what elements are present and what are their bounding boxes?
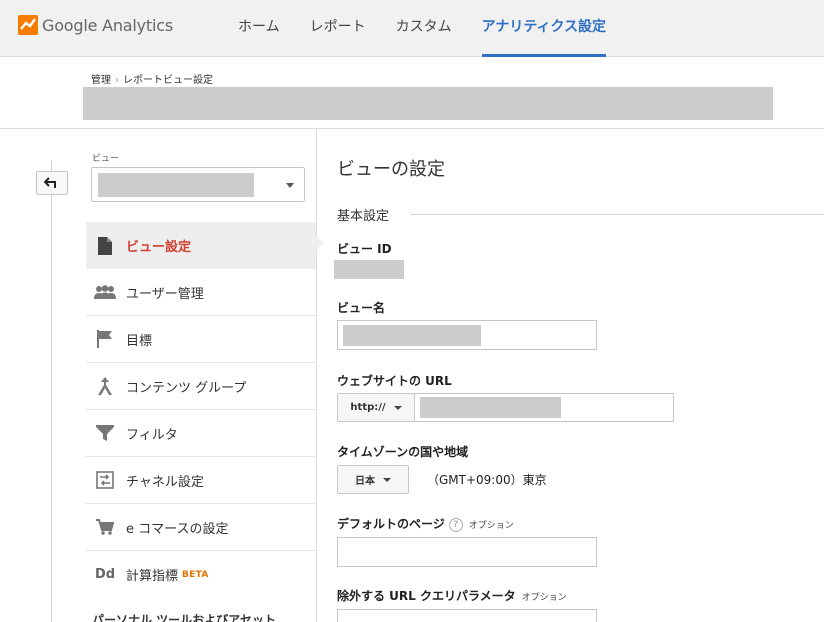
nav-reports[interactable]: レポート — [310, 0, 366, 57]
flag-icon — [94, 328, 116, 350]
exclude-params-label-text: 除外する URL クエリパラメータ — [337, 589, 516, 603]
account-title-redacted — [83, 87, 773, 120]
timezone-value[interactable]: （GMT+09:00）東京 — [427, 471, 547, 488]
website-url-value-redacted — [420, 397, 561, 418]
country-value: 日本 — [355, 476, 375, 487]
beta-badge: BETA — [182, 569, 209, 580]
optional-label: オプション — [521, 593, 567, 603]
sidebar-item-label: 計算指標 — [126, 569, 179, 584]
protocol-dropdown[interactable]: http:// — [337, 393, 415, 422]
breadcrumb: 管理 › レポートビュー設定 — [91, 71, 213, 86]
view-name-input[interactable] — [337, 320, 597, 350]
sidebar-item-user-management[interactable]: ユーザー管理 — [86, 269, 316, 316]
document-icon — [94, 235, 116, 257]
breadcrumb-root[interactable]: 管理 — [91, 75, 111, 86]
cart-icon — [94, 516, 116, 538]
sidebar-item-content-grouping[interactable]: コンテンツ グループ — [86, 363, 316, 410]
exclude-params-input[interactable] — [337, 609, 597, 622]
sidebar-item-label: フィルタ — [126, 427, 178, 443]
view-id-label: ビュー ID — [337, 242, 392, 256]
sidebar-item-channel-settings[interactable]: チャネル設定 — [86, 457, 316, 504]
breadcrumb-current: レポートビュー設定 — [123, 75, 213, 86]
back-button[interactable] — [36, 171, 68, 195]
sidebar-item-ecommerce-settings[interactable]: e コマースの設定 — [86, 504, 316, 551]
content-group-icon — [94, 375, 116, 397]
help-icon[interactable]: ? — [448, 518, 463, 532]
timezone-label: タイムゾーンの国や地域 — [337, 445, 469, 459]
view-id-value-redacted — [334, 260, 404, 279]
view-selector-dropdown[interactable] — [91, 167, 305, 202]
header-divider — [0, 128, 824, 129]
main-nav: ホーム レポート カスタム アナリティクス設定 — [238, 0, 636, 57]
google-analytics-logo[interactable]: Google Analytics — [18, 15, 173, 35]
people-icon — [94, 281, 116, 303]
sidebar-section-personal-tools[interactable]: パーソナル ツールおよびアセット — [92, 611, 276, 622]
optional-label: オプション — [468, 521, 514, 531]
dd-icon: Dd — [94, 567, 116, 582]
rail-line — [51, 160, 52, 622]
filter-icon — [94, 422, 116, 444]
sidebar-menu: ビュー設定 ユーザー管理 目標 コンテンツ グループ フィルタ チャネル設定 e… — [86, 222, 316, 598]
chevron-down-icon — [286, 183, 294, 188]
page-title: ビューの設定 — [337, 159, 445, 180]
sidebar-item-label: ビュー設定 — [126, 240, 192, 255]
breadcrumb-separator: › — [115, 75, 119, 86]
default-page-label: デフォルトのページ? オプション — [337, 515, 514, 532]
sidebar-item-label: コンテンツ グループ — [126, 380, 247, 396]
active-item-pointer — [316, 236, 323, 250]
top-bar: Google Analytics ホーム レポート カスタム アナリティクス設定 — [0, 0, 824, 57]
default-page-label-text: デフォルトのページ — [337, 517, 445, 531]
website-url-input[interactable] — [414, 393, 674, 422]
sidebar-item-label: e コマースの設定 — [126, 521, 229, 537]
exclude-params-label: 除外する URL クエリパラメータ オプション — [337, 587, 567, 604]
nav-admin[interactable]: アナリティクス設定 — [481, 0, 607, 57]
country-dropdown[interactable]: 日本 — [337, 465, 409, 494]
section-title: 基本設定 — [337, 209, 390, 224]
sidebar-item-view-settings[interactable]: ビュー設定 — [86, 222, 316, 269]
brand-name: Google Analytics — [42, 15, 173, 35]
back-arrow-icon — [44, 177, 56, 188]
sidebar-item-label: 目標 — [126, 333, 153, 349]
panel-divider — [316, 129, 317, 622]
nav-home[interactable]: ホーム — [238, 0, 280, 57]
view-name-value-redacted — [343, 325, 481, 346]
sidebar-item-calculated-metrics[interactable]: Dd 計算指標 BETA — [86, 551, 316, 598]
chevron-down-icon — [383, 477, 391, 482]
sidebar-item-goals[interactable]: 目標 — [86, 316, 316, 363]
view-selector-label: ビュー — [92, 154, 120, 164]
chevron-down-icon — [393, 405, 402, 410]
sidebar-item-label: ユーザー管理 — [126, 286, 204, 302]
analytics-logo-icon — [18, 15, 38, 35]
section-divider — [410, 214, 824, 215]
nav-custom[interactable]: カスタム — [396, 0, 452, 57]
view-name-redacted — [98, 173, 254, 197]
view-name-label: ビュー名 — [337, 301, 386, 315]
protocol-value: http:// — [350, 402, 386, 413]
sidebar-item-filters[interactable]: フィルタ — [86, 410, 316, 457]
channel-icon — [94, 469, 116, 491]
website-url-label: ウェブサイトの URL — [337, 374, 452, 388]
default-page-input[interactable] — [337, 537, 597, 567]
sidebar-item-label: チャネル設定 — [126, 474, 204, 490]
